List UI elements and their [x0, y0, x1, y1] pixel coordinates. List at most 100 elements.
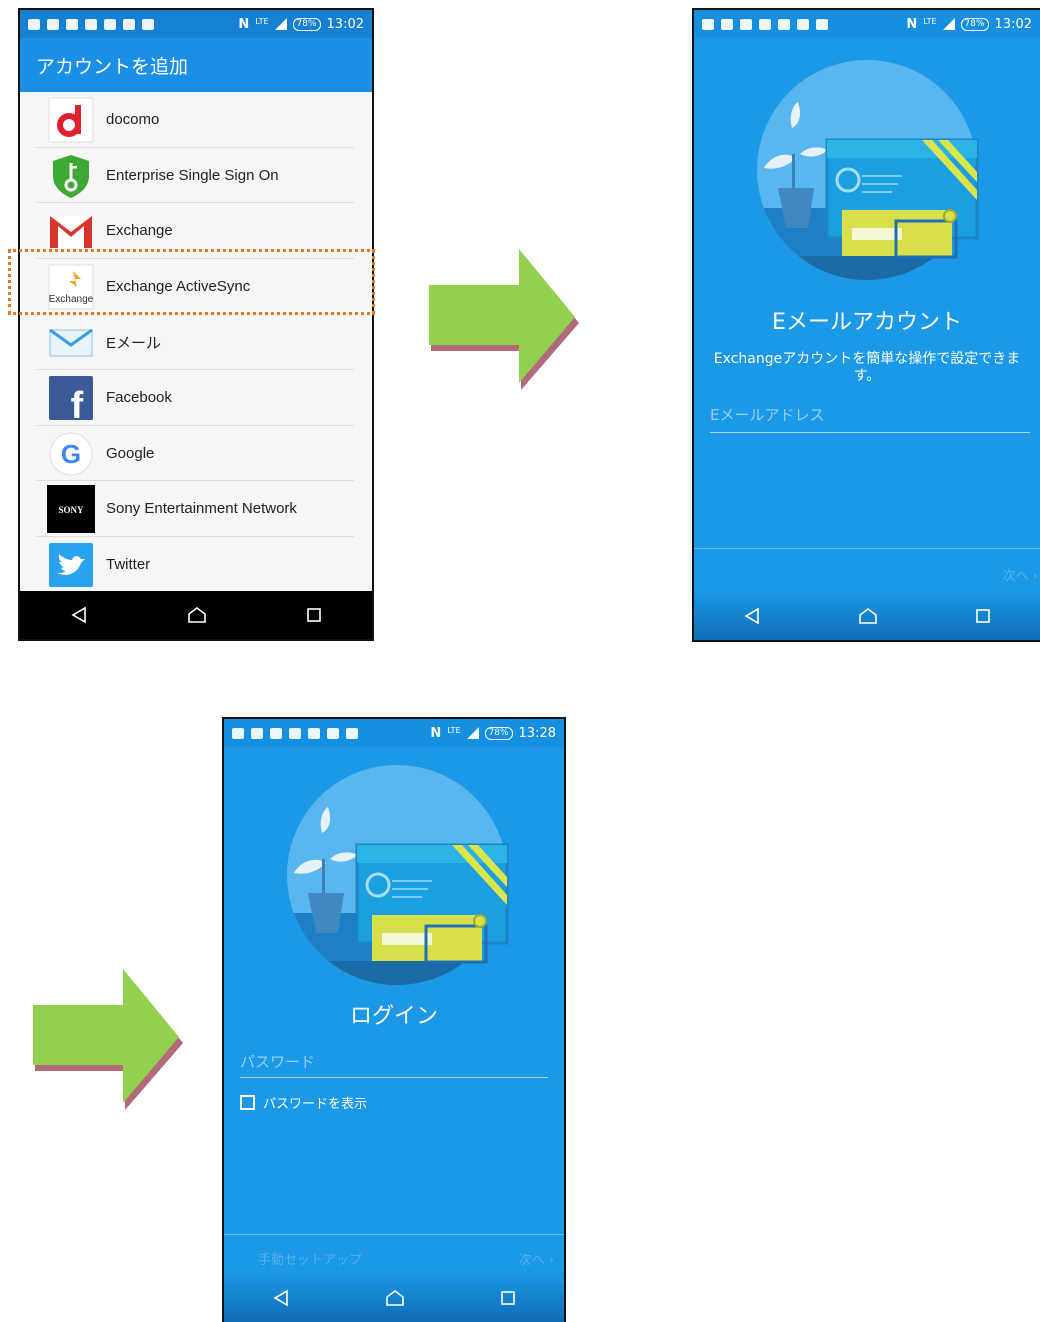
arrow-right-icon [429, 249, 579, 390]
divider [224, 1234, 564, 1235]
home-icon[interactable] [858, 607, 878, 625]
svg-text:f: f [71, 385, 84, 422]
email-field[interactable]: Eメールアドレス [710, 404, 824, 425]
image-icon [797, 18, 809, 30]
back-icon[interactable] [272, 1289, 290, 1307]
recent-apps-icon[interactable] [500, 1290, 516, 1306]
info-icon [66, 18, 78, 30]
list-item-label: docomo [106, 111, 160, 129]
svg-text:G: G [61, 439, 81, 469]
signal-icon [274, 18, 287, 30]
list-item-email[interactable]: Eメール [20, 314, 372, 370]
list-item-facebook[interactable]: f Facebook [20, 370, 372, 426]
phone-screen-email-account: N LTE 78% 13:02 Eメールアカウント Exchangeアカウントを… [692, 8, 1040, 642]
app-icon [778, 18, 790, 30]
image-icon [327, 727, 339, 739]
check-icon [85, 18, 97, 30]
call-icon [47, 18, 59, 30]
recent-apps-icon[interactable] [306, 607, 322, 623]
docomo-icon [48, 97, 94, 143]
password-field[interactable]: パスワード [240, 1051, 315, 1072]
list-item-enterprise-sso[interactable]: Enterprise Single Sign On [20, 148, 372, 204]
app-icon [308, 727, 320, 739]
sony-icon: SONY [47, 485, 95, 534]
info-icon [270, 727, 282, 739]
manual-setup-button[interactable]: 手動セットアップ [258, 1249, 362, 1268]
email-field-underline [710, 432, 1030, 433]
battery-indicator: 78% [292, 17, 321, 31]
data-icon [346, 727, 358, 739]
divider [694, 548, 1040, 549]
chat-icon [232, 727, 244, 739]
shield-key-icon [53, 154, 89, 198]
gmail-icon [50, 216, 92, 249]
list-item-docomo[interactable]: docomo [20, 92, 372, 148]
list-item-label: Eメール [106, 334, 162, 352]
data-icon [816, 18, 828, 30]
nfc-icon: N [238, 16, 250, 32]
network-type: LTE [255, 16, 269, 26]
account-type-list: docomo Enterprise Single Sign On Exchang… [20, 92, 372, 592]
notification-icons [702, 18, 906, 30]
list-item-sony[interactable]: SONY Sony Entertainment Network [20, 481, 372, 537]
facebook-icon: f [49, 376, 93, 422]
back-icon[interactable] [70, 606, 88, 624]
call-icon [721, 18, 733, 30]
status-bar: N LTE 78% 13:28 [224, 719, 564, 747]
notification-icons [232, 727, 430, 739]
google-icon: G [49, 432, 93, 476]
show-password-label: パスワードを表示 [263, 1097, 368, 1112]
app-icon [104, 18, 116, 30]
page-title: ログイン [349, 1004, 438, 1029]
arrow-right-icon [33, 969, 183, 1110]
page-title: Eメールアカウント [772, 310, 962, 335]
list-item-google[interactable]: G Google [20, 426, 372, 482]
account-illustration [287, 765, 509, 985]
nfc-icon: N [906, 16, 918, 32]
list-item-label: Exchange [106, 222, 173, 240]
next-button[interactable]: 次へ › [519, 1249, 554, 1268]
home-icon[interactable] [187, 606, 207, 624]
navigation-bar [20, 591, 372, 639]
clock: 13:02 [994, 16, 1032, 32]
phone-screen-login: N LTE 78% 13:28 ログイン パスワード パスワードを表示 手動セッ… [222, 717, 566, 1322]
home-icon[interactable] [385, 1289, 405, 1307]
selection-highlight [8, 249, 375, 315]
page-title: アカウントを追加 [20, 38, 372, 92]
phone-screen-add-account: N LTE 78% 13:02 アカウントを追加 docomo Enterpri… [18, 8, 374, 641]
image-icon [142, 18, 154, 30]
status-bar: N LTE 78% 13:02 [20, 10, 372, 38]
data-icon [123, 18, 135, 30]
back-icon[interactable] [743, 607, 761, 625]
call-icon [251, 727, 263, 739]
recent-apps-icon[interactable] [975, 608, 991, 624]
mail-envelope-icon [49, 329, 93, 357]
signal-icon [942, 18, 955, 30]
check-icon [289, 727, 301, 739]
network-type: LTE [447, 725, 461, 735]
list-item-label: Facebook [106, 389, 172, 407]
notification-icons [28, 18, 238, 30]
chat-icon [28, 18, 40, 30]
status-bar: N LTE 78% 13:02 [694, 10, 1040, 38]
network-type: LTE [923, 16, 937, 26]
twitter-icon [49, 542, 93, 587]
list-item-label: Google [106, 444, 155, 462]
clock: 13:02 [326, 16, 364, 32]
navigation-bar [694, 592, 1040, 640]
password-field-underline [240, 1077, 548, 1078]
list-item-label: Enterprise Single Sign On [106, 166, 279, 184]
checkbox-icon [240, 1095, 255, 1110]
chat-icon [702, 18, 714, 30]
signal-icon [466, 727, 479, 739]
list-item-twitter[interactable]: Twitter [20, 537, 372, 593]
show-password-checkbox[interactable]: パスワードを表示 [240, 1093, 367, 1112]
next-button[interactable]: 次へ › [1003, 565, 1038, 584]
battery-indicator: 78% [484, 726, 513, 740]
nfc-icon: N [430, 725, 442, 741]
svg-text:SONY: SONY [58, 505, 84, 515]
page-description: Exchangeアカウントを簡単な操作で設定できます。 [713, 351, 1021, 384]
check-icon [759, 18, 771, 30]
account-illustration [757, 60, 979, 280]
clock: 13:28 [518, 725, 556, 741]
